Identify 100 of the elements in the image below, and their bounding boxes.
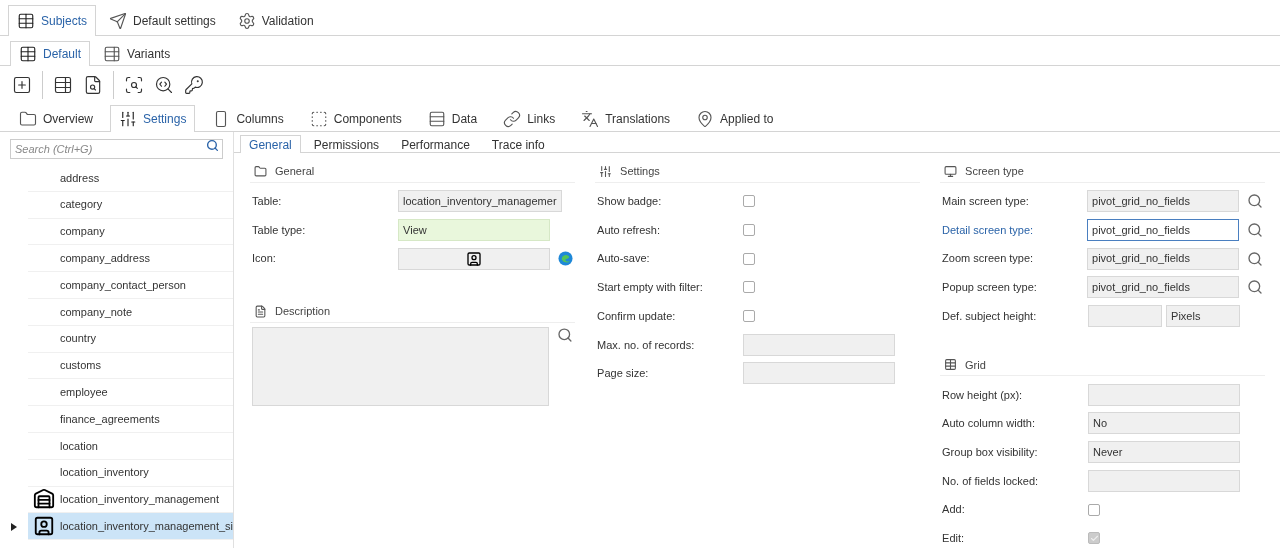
sidebar-item[interactable]: location [28, 432, 234, 460]
section-title: Description [275, 304, 331, 320]
field-label: Auto-save: [597, 251, 651, 267]
sidebar-item[interactable]: company_note [28, 299, 234, 326]
sidebar-item[interactable]: location_inventory [28, 459, 234, 487]
checkbox[interactable] [1088, 503, 1101, 516]
field-label: Auto refresh: [597, 222, 662, 238]
search-icon[interactable] [1247, 222, 1264, 239]
square-icon [309, 110, 328, 128]
search-icon[interactable] [206, 139, 220, 152]
expand-arrow-icon[interactable] [11, 522, 17, 531]
link-icon [503, 110, 522, 128]
input-field[interactable]: No [1088, 412, 1241, 435]
field-label: Main screen type: [942, 194, 1030, 210]
document-icon [254, 305, 268, 319]
sliders-icon [119, 110, 137, 128]
checkbox[interactable] [743, 281, 756, 294]
sidebar-item[interactable]: company_contact_person [28, 272, 234, 299]
field-label: Icon: [252, 251, 277, 267]
code-search-icon[interactable] [154, 75, 174, 95]
sidebar-item[interactable]: employee [28, 379, 234, 407]
field-label: Row height (px): [942, 387, 1024, 403]
field-label: Auto column width: [942, 416, 1036, 432]
field-label: Table type: [252, 222, 307, 238]
tab[interactable]: Translations [572, 105, 680, 132]
tab[interactable]: Default settings [100, 5, 225, 36]
tab[interactable]: Trace info [482, 135, 554, 153]
input-field[interactable]: View [398, 219, 551, 242]
sidebar-item[interactable]: address [28, 165, 234, 192]
tab[interactable]: General [240, 135, 301, 153]
sidebar-item[interactable]: finance_agreements [28, 406, 234, 433]
tab[interactable]: Components [300, 105, 411, 132]
field-label: Page size: [597, 366, 650, 382]
sidebar-item[interactable]: location_inventory_management_si [28, 513, 234, 541]
input-field[interactable] [743, 362, 896, 385]
rows-icon [427, 110, 446, 128]
input-field[interactable]: pivot_grid_no_fields [1087, 276, 1240, 299]
checkbox[interactable] [743, 224, 756, 237]
search-field[interactable]: Search (Ctrl+G) [10, 139, 224, 159]
sidebar-item[interactable]: country [28, 325, 234, 353]
field-label: Start empty with filter: [597, 280, 704, 296]
sidebar-item[interactable]: customs [28, 352, 234, 380]
unit-field[interactable]: Pixels [1166, 305, 1241, 328]
sidebar-item[interactable]: company_address [28, 245, 234, 273]
add-icon[interactable] [12, 75, 32, 95]
tab[interactable]: Overview [10, 105, 102, 132]
input-field[interactable] [1088, 469, 1241, 492]
search-icon[interactable] [1247, 279, 1264, 296]
input-field[interactable] [743, 333, 896, 356]
input-field[interactable]: location_inventory_managemer [398, 190, 562, 213]
input-field[interactable]: pivot_grid_no_fields [1087, 190, 1240, 213]
tab[interactable]: Settings [110, 105, 196, 132]
tab[interactable]: Permissions [304, 135, 389, 153]
field-label: Show badge: [597, 194, 663, 210]
tab[interactable]: Links [494, 105, 565, 132]
scan-search-icon[interactable] [124, 75, 144, 95]
tab[interactable]: Validation [228, 5, 323, 36]
tab[interactable]: Data [418, 105, 487, 132]
tab[interactable]: Columns [203, 105, 293, 132]
field-label: No. of fields locked: [942, 473, 1040, 489]
description-field[interactable] [252, 327, 550, 407]
search-icon[interactable] [1247, 193, 1264, 210]
field-label: Max. no. of records: [597, 337, 696, 353]
building-icon [33, 488, 55, 511]
tab[interactable]: Default [10, 41, 91, 66]
folder-icon [19, 110, 37, 128]
sidebar-item[interactable]: company [28, 218, 234, 246]
key-icon[interactable] [184, 75, 204, 95]
input-field[interactable] [1088, 305, 1163, 328]
field-label: Detail screen type: [942, 222, 1035, 238]
checkbox[interactable] [743, 195, 756, 208]
gear-icon [237, 12, 256, 30]
sliders-icon [599, 165, 613, 178]
checkbox[interactable] [743, 252, 756, 265]
input-field[interactable]: Never [1088, 441, 1241, 464]
person-icon [466, 250, 483, 267]
search-icon[interactable] [557, 327, 574, 344]
table-icon [17, 12, 35, 30]
input-field[interactable] [1088, 383, 1241, 406]
checkbox[interactable] [743, 310, 756, 323]
person-icon [33, 515, 55, 538]
section-title: General [275, 164, 315, 180]
field-label: Group box visibility: [942, 444, 1039, 460]
tab[interactable]: Performance [392, 135, 479, 153]
field-label: Confirm update: [597, 308, 677, 324]
input-field[interactable]: pivot_grid_no_fields [1087, 247, 1240, 270]
document-search-icon[interactable] [83, 75, 103, 95]
field-label: Def. subject height: [942, 308, 1038, 324]
section-title: Settings [620, 164, 660, 180]
sidebar-item[interactable]: category [28, 191, 234, 219]
folder-icon [254, 165, 268, 178]
search-icon[interactable] [1247, 250, 1264, 267]
table-icon [19, 45, 37, 63]
tab[interactable]: Variants [94, 41, 180, 66]
tab[interactable]: Applied to [687, 105, 783, 132]
language-icon [581, 110, 600, 128]
input-field[interactable]: pivot_grid_no_fields [1087, 219, 1240, 242]
tab[interactable]: Subjects [8, 5, 97, 36]
table-icon [944, 358, 958, 372]
icon-field[interactable] [398, 247, 551, 270]
